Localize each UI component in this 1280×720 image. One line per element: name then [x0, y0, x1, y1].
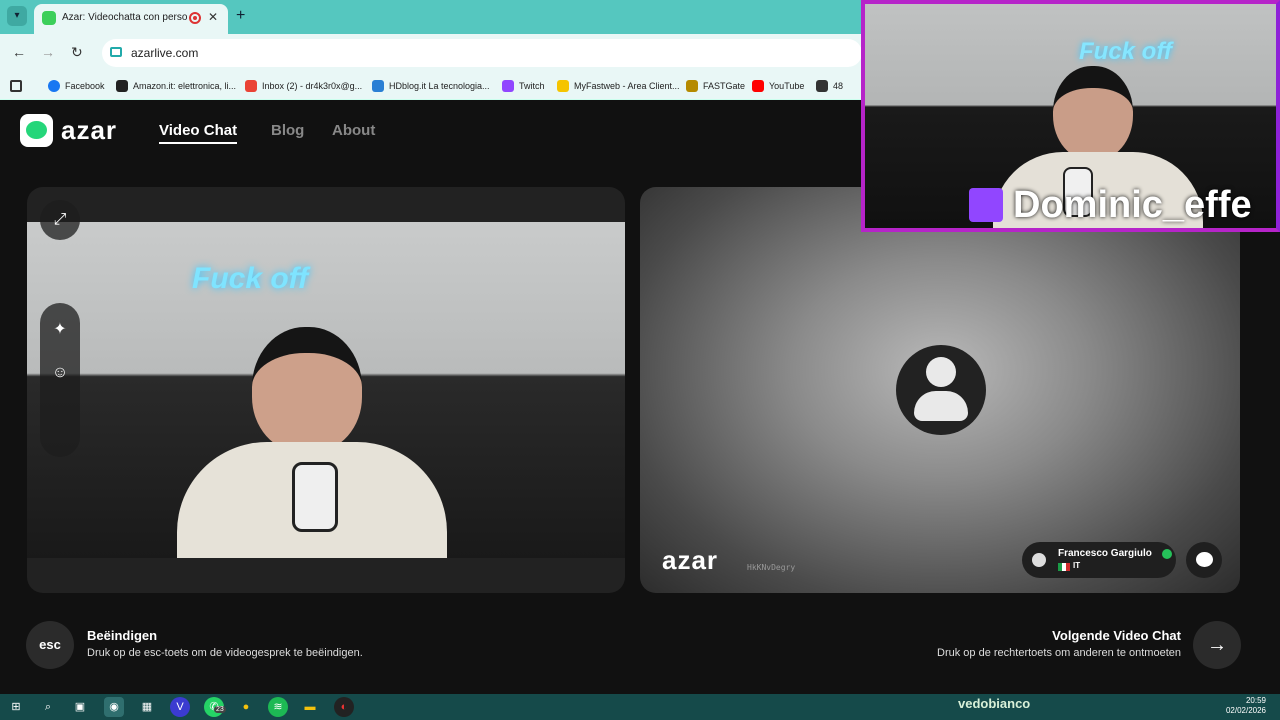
peer-id: HkKNvDegry	[747, 563, 796, 572]
vpn-icon[interactable]: V	[170, 697, 190, 717]
azar-logo-text: azar	[61, 115, 118, 145]
apps-grid-icon[interactable]	[10, 78, 22, 94]
bookmark-48[interactable]: 48	[816, 78, 843, 94]
tab-search-button[interactable]: ▾	[7, 6, 27, 26]
bookmark-twitch[interactable]: Twitch	[502, 78, 545, 94]
site-info-icon[interactable]	[110, 47, 122, 57]
peer-video-panel: azar HkKNvDegry Francesco Gargiulo IT	[640, 187, 1240, 593]
twitch-icon	[502, 80, 514, 92]
address-url: azarlive.com	[131, 46, 199, 60]
bookmark-label: Facebook	[65, 81, 105, 91]
azar-logo-icon	[20, 114, 53, 147]
file-explorer-icon[interactable]: ▬	[300, 697, 320, 717]
clock-date: 02/02/2026	[1225, 706, 1266, 715]
obs-icon[interactable]: ◐	[334, 697, 354, 717]
whatsapp-badge: 23	[214, 706, 226, 713]
verified-badge-icon	[1162, 549, 1172, 559]
youtube-icon	[752, 80, 764, 92]
store-icon[interactable]: ▦	[137, 697, 157, 717]
streamer-name: Dominic_effe	[1013, 184, 1252, 226]
close-tab-icon[interactable]: ✕	[208, 10, 218, 24]
nav-about[interactable]: About	[332, 122, 375, 139]
forward-button[interactable]: →	[41, 44, 55, 60]
facebook-icon	[48, 80, 60, 92]
fullscreen-icon[interactable]: ⤢	[40, 200, 80, 240]
overlay-neon-sign: Fuck off	[1079, 38, 1172, 65]
italy-flag-icon	[1058, 563, 1070, 571]
bookmark-label: Inbox (2) - dr4k3r0x@g...	[262, 81, 363, 91]
peer-name: Francesco Gargiulo	[1058, 548, 1152, 559]
bookmark-label: 48	[833, 81, 844, 91]
recording-icon	[189, 12, 201, 24]
chrome-icon[interactable]: ◉	[104, 697, 124, 717]
amazon-icon	[116, 80, 128, 92]
browser-tab-azar[interactable]: Azar: Videochatta con persone n ✕	[34, 4, 228, 34]
fastgate-icon	[686, 80, 698, 92]
nav-video-chat[interactable]: Video Chat	[159, 122, 238, 144]
bookmark-label: FASTGate	[703, 81, 746, 91]
windows-start-icon[interactable]: ⊞	[6, 697, 26, 717]
bookmark-gmail[interactable]: Inbox (2) - dr4k3r0x@g...	[245, 78, 362, 94]
azar-favicon-icon	[42, 11, 56, 25]
end-description: Druk op de esc-toets om de videogesprek …	[87, 647, 363, 659]
self-video-panel: Fuck off	[27, 187, 625, 593]
back-button[interactable]: ←	[12, 44, 26, 60]
system-clock[interactable]: 20:59 02/02/2026	[1226, 696, 1266, 716]
camera-controls: ✦ ☺	[40, 303, 80, 457]
bookmark-label: Amazon.it: elettronica, li...	[133, 81, 237, 91]
bookmark-site-icon	[816, 80, 828, 92]
clock-time: 20:59	[1245, 696, 1266, 705]
new-tab-button[interactable]: +	[236, 7, 245, 25]
peer-country: IT	[1073, 561, 1081, 570]
next-description: Druk op de rechtertoets om anderen te on…	[937, 647, 1181, 659]
reload-button[interactable]: ↻	[71, 44, 83, 61]
azar-watermark: azar	[662, 545, 719, 575]
azar-logo[interactable]: azar	[20, 114, 117, 147]
address-bar[interactable]: azarlive.com	[102, 39, 862, 67]
chat-button[interactable]	[1186, 542, 1222, 578]
self-camera-feed: Fuck off	[27, 222, 625, 558]
bookmark-label: Twitch	[519, 81, 545, 91]
next-title: Volgende Video Chat	[1052, 628, 1181, 643]
end-call-button[interactable]: esc	[26, 621, 74, 669]
next-chat-button[interactable]: →	[1193, 621, 1241, 669]
hdblog-icon	[372, 80, 384, 92]
filter-face-icon[interactable]: ☺	[40, 353, 80, 393]
bookmark-label: HDblog.it La tecnologia...	[389, 81, 490, 91]
tab-title: Azar: Videochatta con persone n	[62, 12, 187, 23]
nav-blog[interactable]: Blog	[271, 122, 304, 139]
gmail-icon	[245, 80, 257, 92]
microphone	[292, 462, 338, 532]
bookmark-label: YouTube	[769, 81, 805, 91]
peer-profile-pill[interactable]: Francesco Gargiulo IT	[1022, 542, 1176, 578]
bookmark-myfastweb[interactable]: MyFastweb - Area Client...	[557, 78, 680, 94]
fastweb-icon	[557, 80, 569, 92]
taskbar-brand-text: vedobianco	[958, 696, 1031, 711]
chat-bubble-icon	[1196, 552, 1213, 567]
task-view-icon[interactable]: ▣	[70, 697, 90, 717]
peer-avatar-icon	[896, 345, 986, 435]
user-icon	[1032, 553, 1046, 567]
neon-sign: Fuck off	[192, 262, 309, 295]
search-icon[interactable]: ⌕	[38, 697, 58, 717]
bookmark-facebook[interactable]: Facebook	[48, 78, 105, 94]
windows-taskbar: ⊞ ⌕ ▣ ◉ ▦ V ✆ 23 ● ≋ ▬ ◐ vedobianco 20:5…	[0, 694, 1280, 720]
stream-webcam-overlay: Fuck off Dominic_effe	[861, 0, 1280, 232]
spotify-icon[interactable]: ≋	[268, 697, 288, 717]
overlay-head	[1053, 66, 1133, 161]
end-title: Beëindigen	[87, 628, 158, 643]
bookmark-youtube[interactable]: YouTube	[752, 78, 804, 94]
sticky-notes-icon[interactable]: ●	[236, 697, 256, 717]
bookmark-amazon[interactable]: Amazon.it: elettronica, li...	[116, 78, 236, 94]
bookmark-fastgate[interactable]: FASTGate	[686, 78, 745, 94]
effects-icon[interactable]: ✦	[40, 310, 80, 350]
bookmark-hdblog[interactable]: HDblog.it La tecnologia...	[372, 78, 490, 94]
twitch-logo-icon	[969, 188, 1003, 222]
bookmark-label: MyFastweb - Area Client...	[574, 81, 680, 91]
